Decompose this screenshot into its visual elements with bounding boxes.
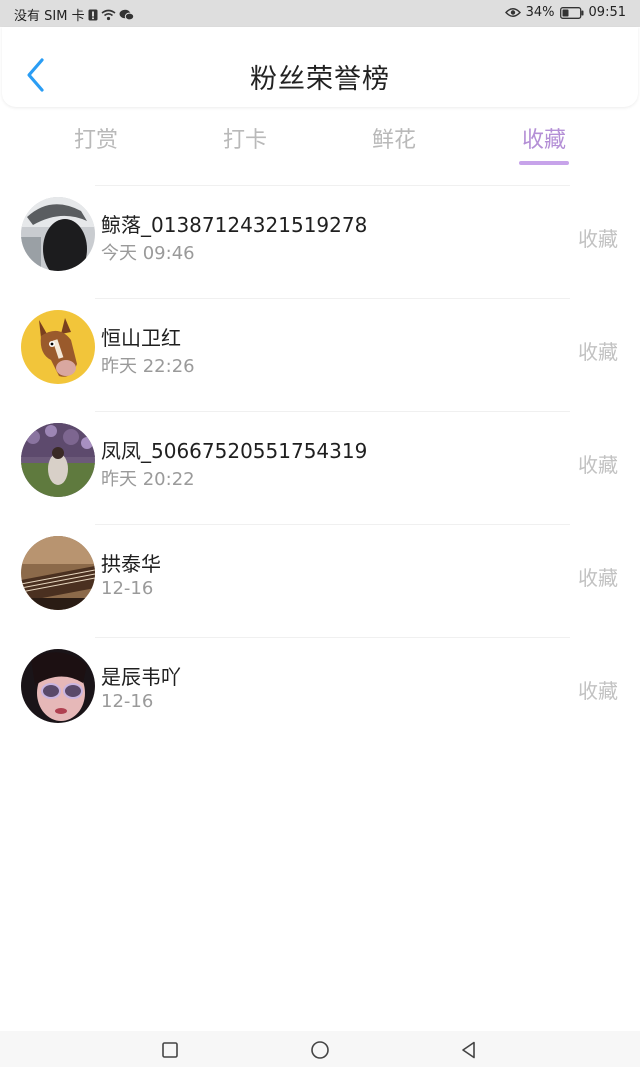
fan-time: 12-16 [101,691,154,712]
home-circle-icon [311,1041,329,1059]
tab-favorites[interactable]: 收藏 [489,122,599,154]
tab-reward[interactable]: 打赏 [41,122,151,154]
system-nav-bar [0,1031,640,1067]
tab-flowers[interactable]: 鲜花 [339,122,449,154]
avatar[interactable] [21,197,95,271]
wechat-icon [119,9,134,21]
avatar[interactable] [21,649,95,723]
fan-time: 12-16 [101,578,154,599]
tab-checkin[interactable]: 打卡 [190,122,300,154]
clock: 09:51 [588,5,626,20]
status-right: 34% 09:51 [504,5,626,20]
app-header: 粉丝荣誉榜 [2,27,638,107]
divider [95,524,570,525]
fan-name: 恒山卫红 [101,326,181,350]
divider [95,298,570,299]
list-item[interactable]: 恒山卫红 昨天 22:26 收藏 [0,298,640,411]
favorite-label: 收藏 [578,679,618,703]
home-button[interactable] [308,1038,332,1062]
avatar[interactable] [21,423,95,497]
tab-bar: 打赏 打卡 鲜花 收藏 [0,108,640,168]
list-item[interactable]: 凤凤_50667520551754319 昨天 20:22 收藏 [0,411,640,524]
favorite-label: 收藏 [578,340,618,364]
fan-time: 今天 09:46 [101,243,195,264]
fan-name: 凤凤_50667520551754319 [101,439,368,463]
fan-name: 鲸落_01387124321519278 [101,213,368,237]
divider [95,411,570,412]
fan-list: 鲸落_01387124321519278 今天 09:46 收藏 恒山卫红 昨天… [0,185,640,750]
sim-alert-icon [88,9,98,21]
fan-name: 是辰韦吖 [101,665,181,689]
fan-time: 昨天 22:26 [101,356,195,377]
favorite-label: 收藏 [578,227,618,251]
avatar[interactable] [21,536,95,610]
carrier-text: 没有 SIM 卡 [14,9,85,24]
recents-button[interactable] [158,1038,182,1062]
back-nav-button[interactable] [457,1038,481,1062]
fan-time: 昨天 20:22 [101,469,195,490]
divider [95,185,570,186]
fan-name: 拱泰华 [101,552,161,576]
favorite-label: 收藏 [578,566,618,590]
back-triangle-icon [462,1041,475,1059]
wifi-icon [101,9,116,21]
list-item[interactable]: 拱泰华 12-16 收藏 [0,524,640,637]
avatar[interactable] [21,310,95,384]
list-item[interactable]: 鲸落_01387124321519278 今天 09:46 收藏 [0,185,640,298]
status-bar: 没有 SIM 卡 34% 09:51 [0,0,640,27]
recents-square-icon [162,1042,178,1058]
page-title: 粉丝荣誉榜 [250,64,390,95]
divider [95,637,570,638]
list-item[interactable]: 是辰韦吖 12-16 收藏 [0,637,640,750]
battery-icon [559,6,584,19]
battery-percent: 34% [525,5,555,20]
eye-icon [504,7,521,18]
active-tab-indicator [519,161,569,165]
status-left: 没有 SIM 卡 [14,5,134,24]
favorite-label: 收藏 [578,453,618,477]
